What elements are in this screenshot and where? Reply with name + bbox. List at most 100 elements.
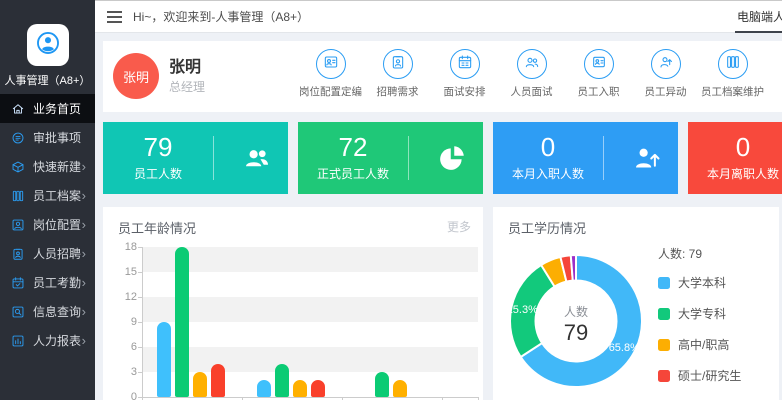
stat-label: 本月入职人数 xyxy=(493,165,603,182)
legend-swatch xyxy=(658,339,670,351)
bar-green xyxy=(275,364,289,397)
y-axis-tick-label: 18 xyxy=(109,241,137,253)
card-divider xyxy=(603,136,604,180)
quick-action[interactable]: 员工入职 xyxy=(565,49,632,99)
legend-item[interactable]: 大学本科 xyxy=(658,274,741,291)
quick-action[interactable]: 面试安排 xyxy=(431,49,498,99)
y-axis-tick-label: 15 xyxy=(109,266,137,278)
chevron-right-icon: › xyxy=(82,189,86,202)
recruit-badge-icon xyxy=(11,247,25,261)
x-axis-line xyxy=(141,397,479,398)
y-axis-tick-label: 9 xyxy=(109,316,137,328)
avatar[interactable]: 张明 xyxy=(113,53,159,99)
chevron-right-icon: › xyxy=(82,305,86,318)
bar-orange xyxy=(193,372,207,397)
sidebar-item-label: 人力报表 xyxy=(33,332,81,349)
app-screen: 人事管理（A8+） 业务首页审批事项快速新建›员工档案›岗位配置›人员招聘›员工… xyxy=(0,0,782,400)
more-link[interactable]: 更多 xyxy=(447,218,471,235)
quick-action-label: 员工异动 xyxy=(645,84,687,99)
person-move-icon xyxy=(658,54,674,75)
y-axis-tick-label: 3 xyxy=(109,366,137,378)
report-icon xyxy=(11,334,25,348)
app-title: 人事管理（A8+） xyxy=(0,72,95,88)
bar-blue xyxy=(257,380,271,397)
donut-center-total: 79 xyxy=(564,320,588,345)
sidebar-item-label: 人员招聘 xyxy=(33,245,81,262)
sidebar-item-label: 信息查询 xyxy=(33,303,81,320)
slice-percentage-label: 65.8% xyxy=(609,342,640,354)
legend-item[interactable]: 高中/职高 xyxy=(658,336,741,353)
people-fill-icon xyxy=(225,122,288,194)
quick-action[interactable]: 人员面试 xyxy=(498,49,565,99)
education-chart-panel: 员工学历情况 65.8%25.3%人数79 人数: 79 大学本科大学专科高中/… xyxy=(493,207,779,400)
quick-action-label: 招聘需求 xyxy=(377,84,419,99)
stat-label: 本月离职人数 xyxy=(688,165,782,182)
age-bar-chart: 1815129630 xyxy=(142,247,478,397)
person-card-icon xyxy=(323,54,339,75)
quick-action[interactable]: 岗位配置定编 xyxy=(297,49,364,99)
stat-value: 79 xyxy=(103,134,213,161)
person-square-icon xyxy=(11,218,25,232)
y-axis-tick-label: 12 xyxy=(109,291,137,303)
bar-orange xyxy=(393,380,407,397)
stat-card[interactable]: 0本月离职人数 xyxy=(688,122,782,194)
search-square-icon xyxy=(11,305,25,319)
person-up-icon xyxy=(615,122,678,194)
stat-card[interactable]: 0本月入职人数 xyxy=(493,122,678,194)
quick-action[interactable]: 员工异动 xyxy=(632,49,699,99)
person-avatar-icon xyxy=(34,29,62,62)
sidebar-item-label: 业务首页 xyxy=(33,100,81,117)
quick-action[interactable]: 招聘需求 xyxy=(364,49,431,99)
chevron-right-icon: › xyxy=(82,276,86,289)
sidebar-item-label: 审批事项 xyxy=(33,129,81,146)
welcome-greeting: Hi~，欢迎来到-人事管理（A8+） xyxy=(133,8,309,25)
sidebar-item-8[interactable]: 信息查询› xyxy=(0,297,95,326)
legend-swatch xyxy=(658,308,670,320)
legend-label: 硕士/研究生 xyxy=(678,367,741,384)
legend-swatch xyxy=(658,277,670,289)
app-logo[interactable] xyxy=(27,24,69,66)
topbar: Hi~，欢迎来到-人事管理（A8+） 电脑端人事管理 xyxy=(95,0,782,33)
quick-action-label: 员工入职 xyxy=(578,84,620,99)
chevron-right-icon: › xyxy=(82,247,86,260)
home-icon xyxy=(11,102,25,116)
sidebar-item-label: 员工档案 xyxy=(33,187,81,204)
user-header-card: 张明 张明 总经理 岗位配置定编招聘需求面试安排人员面试员工入职员工异动员工档案… xyxy=(103,41,782,112)
quick-action[interactable]: 员工档案维护 xyxy=(699,49,766,99)
y-axis-line xyxy=(142,247,143,398)
bar-red xyxy=(211,364,225,397)
sidebar-item-9[interactable]: 人力报表› xyxy=(0,326,95,355)
sidebar: 人事管理（A8+） 业务首页审批事项快速新建›员工档案›岗位配置›人员招聘›员工… xyxy=(0,0,95,400)
bar-red xyxy=(311,380,325,397)
card-divider xyxy=(408,136,409,180)
donut-slice xyxy=(571,255,576,281)
sidebar-item-7[interactable]: 员工考勤› xyxy=(0,268,95,297)
legend-item[interactable]: 大学专科 xyxy=(658,305,741,322)
id-card-icon xyxy=(591,54,607,75)
slice-percentage-label: 25.3% xyxy=(507,304,538,316)
sidebar-item-1[interactable]: 业务首页 xyxy=(0,94,95,123)
sidebar-item-5[interactable]: 岗位配置› xyxy=(0,210,95,239)
people-icon xyxy=(524,54,540,75)
legend-item[interactable]: 硕士/研究生 xyxy=(658,367,741,384)
hamburger-menu-icon[interactable] xyxy=(107,11,122,23)
user-name: 张明 xyxy=(169,53,201,77)
sidebar-item-3[interactable]: 快速新建› xyxy=(0,152,95,181)
quick-actions-row: 岗位配置定编招聘需求 面试安排人员面试员工入职 员工异动员工档案维护 xyxy=(297,49,766,99)
stat-label: 员工人数 xyxy=(103,165,213,182)
quick-action-label: 面试安排 xyxy=(444,84,486,99)
stat-card[interactable]: 72正式员工人数 xyxy=(298,122,483,194)
archive-icon xyxy=(11,189,25,203)
y-axis-tick-label: 0 xyxy=(109,391,137,400)
sidebar-item-4[interactable]: 员工档案› xyxy=(0,181,95,210)
topbar-tab-pc-hr[interactable]: 电脑端人事管理 xyxy=(735,1,782,33)
bar-green xyxy=(175,247,189,397)
sidebar-item-2[interactable]: 审批事项 xyxy=(0,123,95,152)
recruit-badge-icon xyxy=(390,54,406,75)
sidebar-item-6[interactable]: 人员招聘› xyxy=(0,239,95,268)
legend-label: 大学专科 xyxy=(678,305,726,322)
stat-card[interactable]: 79 员工人数 xyxy=(103,122,288,194)
bar-orange xyxy=(293,380,307,397)
donut-legend: 人数: 79 大学本科大学专科高中/职高硕士/研究生中专/中技 xyxy=(658,245,741,400)
approval-icon xyxy=(11,131,25,145)
